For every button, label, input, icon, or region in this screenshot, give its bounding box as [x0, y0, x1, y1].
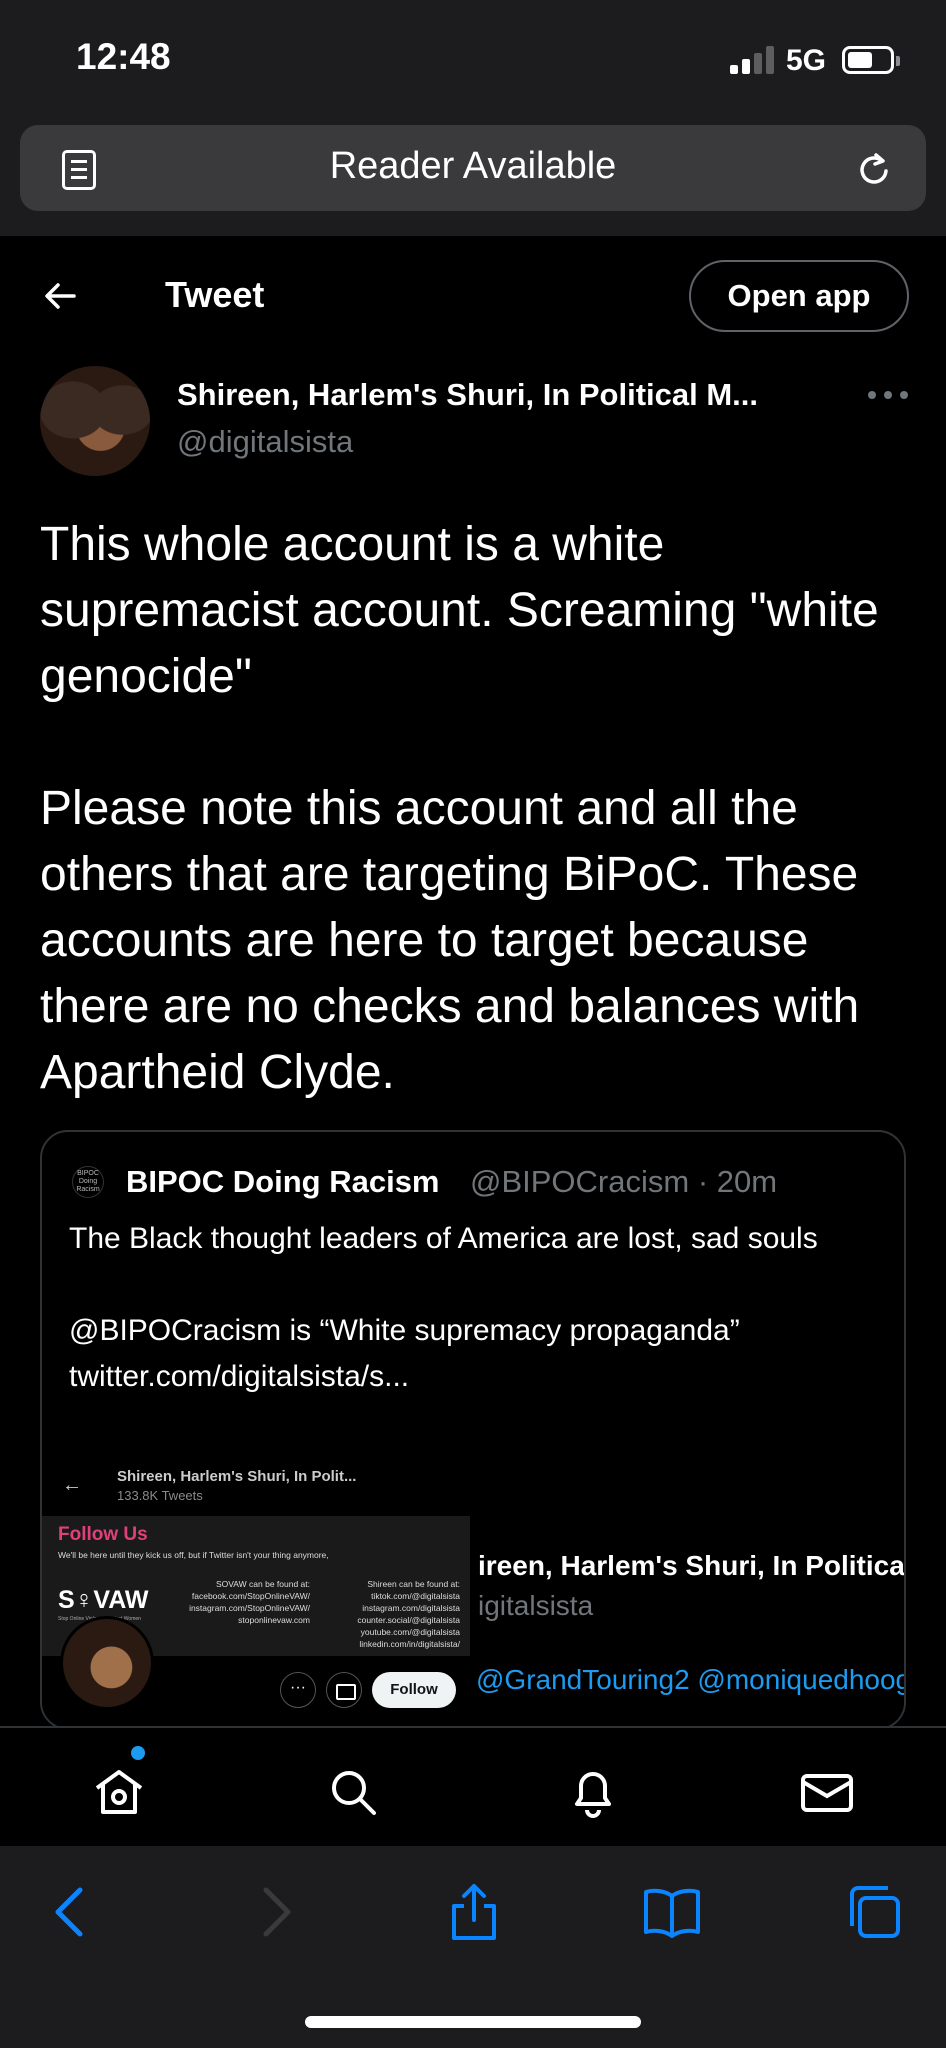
embedded-back-icon: ← [62, 1474, 82, 1496]
quoted-avatar: BIPOC Doing Racism [72, 1166, 104, 1198]
status-bar: 12:48 5G [0, 0, 946, 120]
author-avatar[interactable] [40, 366, 150, 476]
tweet-text: This whole account is a white supremacis… [40, 518, 879, 1099]
bookmarks-icon[interactable] [642, 1882, 702, 1942]
banner-heading: Follow Us [58, 1524, 148, 1545]
embedded-tweet-count: 133.8K Tweets [117, 1488, 203, 1503]
reload-icon[interactable] [854, 149, 894, 189]
network-type: 5G [786, 44, 827, 77]
embedded-follow-button: Follow [372, 1672, 456, 1708]
status-time: 12:48 [76, 36, 171, 77]
banner-subtext: We'll be here until they kick us off, bu… [58, 1550, 329, 1560]
open-app-button[interactable]: Open app [689, 260, 909, 332]
twitter-bottom-nav [0, 1726, 946, 1846]
share-icon[interactable] [444, 1882, 504, 1942]
back-arrow-icon[interactable] [40, 276, 80, 316]
tabs-icon[interactable] [844, 1882, 904, 1942]
quoted-tweet[interactable]: BIPOC Doing Racism BIPOC Doing Racism @B… [40, 1130, 906, 1730]
forward-icon[interactable] [244, 1882, 304, 1942]
page-title: Tweet [165, 274, 265, 315]
more-options-icon[interactable] [868, 385, 908, 405]
home-icon[interactable] [91, 1764, 147, 1820]
banner-links-shireen: Shireen can be found at: tiktok.com/@dig… [357, 1579, 460, 1649]
search-icon[interactable] [325, 1764, 381, 1820]
home-notification-dot [131, 1746, 145, 1760]
back-icon[interactable] [42, 1882, 102, 1942]
notifications-icon[interactable] [565, 1764, 621, 1820]
embedded-more-icon: ··· [280, 1672, 316, 1708]
quoted-author-name: BIPOC Doing Racism [126, 1164, 440, 1199]
quoted-author-meta: @BIPOCracism · 20m [470, 1164, 778, 1199]
quoted-tweet-text: The Black thought leaders of America are… [69, 1222, 818, 1393]
embedded-screenshot[interactable]: ← Shireen, Harlem's Shuri, In Polit... 1… [42, 1464, 906, 1728]
address-text[interactable]: Reader Available [20, 145, 926, 188]
browser-address-area: Reader Available [0, 120, 946, 236]
banner-links-sovaw: SOVAW can be found at: facebook.com/Stop… [189, 1579, 310, 1625]
embedded-mentions: @GrandTouring2 @moniquedhoog [476, 1664, 906, 1695]
embedded-right-name: ireen, Harlem's Shuri, In Politica [478, 1550, 905, 1581]
messages-icon[interactable] [799, 1764, 855, 1820]
home-indicator[interactable] [305, 2016, 641, 2028]
embedded-right-handle: igitalsista [478, 1590, 594, 1621]
battery-icon [842, 46, 900, 74]
embedded-title: Shireen, Harlem's Shuri, In Polit... [117, 1468, 357, 1485]
embedded-mail-icon [326, 1672, 362, 1708]
address-bar[interactable]: Reader Available [20, 125, 926, 211]
author-name[interactable]: Shireen, Harlem's Shuri, In Political M.… [177, 377, 758, 413]
embedded-avatar [60, 1616, 154, 1710]
embedded-header: ← Shireen, Harlem's Shuri, In Polit... 1… [42, 1464, 470, 1516]
signal-icon [730, 46, 776, 74]
sovaw-logo: S♀VAW [58, 1586, 149, 1614]
author-handle[interactable]: @digitalsista [177, 424, 353, 460]
tweet-header: Tweet Open app [0, 236, 946, 356]
